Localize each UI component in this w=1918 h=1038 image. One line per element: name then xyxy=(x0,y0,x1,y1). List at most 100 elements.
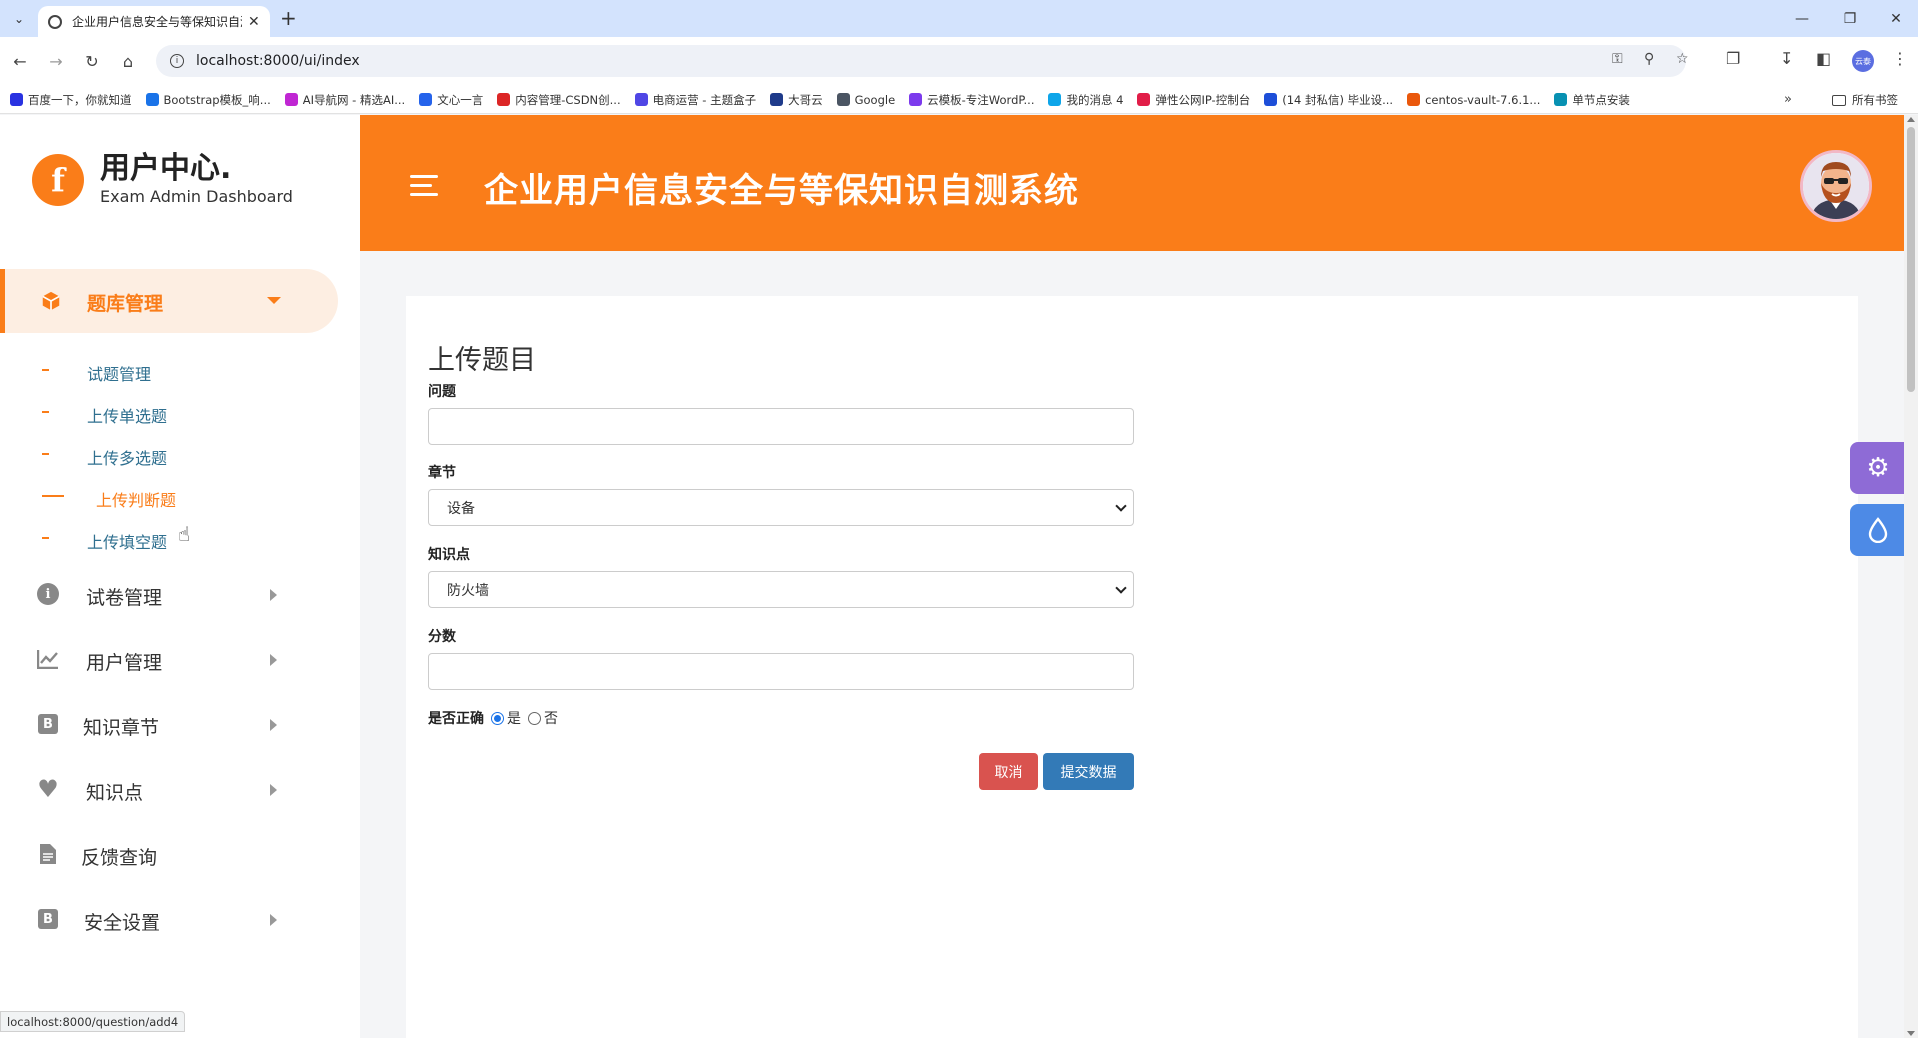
correct-yes-label[interactable]: 是 xyxy=(507,708,521,728)
submenu-item-question-manage[interactable]: 试题管理 xyxy=(0,355,340,385)
new-tab-icon[interactable]: + xyxy=(280,8,297,28)
submit-button[interactable]: 提交数据 xyxy=(1043,753,1134,790)
bookmark-item[interactable]: AI导航网 - 精选AI... xyxy=(284,92,405,108)
side-panel-icon[interactable]: ◧ xyxy=(1816,49,1831,68)
document-icon xyxy=(36,842,60,866)
brand-subtitle: Exam Admin Dashboard xyxy=(100,187,293,206)
sidebar-item-security[interactable]: B 安全设置 xyxy=(0,895,340,945)
reload-icon[interactable]: ↻ xyxy=(80,49,104,73)
minimize-icon[interactable]: — xyxy=(1780,6,1824,32)
tab-close-icon[interactable]: ✕ xyxy=(248,14,260,30)
sidebar-item-chapters[interactable]: B 知识章节 xyxy=(0,700,340,750)
hand-cursor-icon: ☝ xyxy=(178,522,191,546)
bookmark-label: Bootstrap模板_响... xyxy=(163,92,271,107)
bookmark-item[interactable]: 内容管理-CSDN创... xyxy=(497,92,621,108)
submenu-label: 试题管理 xyxy=(87,365,152,384)
bookmark-item[interactable]: 单节点安装 xyxy=(1554,92,1630,108)
chapter-label: 章节 xyxy=(428,465,456,481)
brand[interactable]: f 用户中心. Exam Admin Dashboard xyxy=(32,153,293,206)
question-input[interactable] xyxy=(428,408,1134,445)
bookmark-label: (14 封私信) 毕业设... xyxy=(1282,92,1394,107)
bookmarks-overflow-icon[interactable]: » xyxy=(1784,92,1792,107)
bookmark-item[interactable]: (14 封私信) 毕业设... xyxy=(1264,92,1393,108)
back-icon[interactable]: ← xyxy=(8,49,32,73)
more-menu-icon[interactable]: ⋮ xyxy=(1892,49,1908,68)
settings-float-button[interactable]: ⚙ xyxy=(1850,442,1906,494)
theme-float-button[interactable] xyxy=(1850,504,1906,556)
correct-label: 是否正确 xyxy=(428,711,484,727)
site-info-icon[interactable]: i xyxy=(170,54,184,68)
browser-tab[interactable]: 企业用户信息安全与等保知识自测系统 ✕ xyxy=(38,6,270,37)
submenu-item-upload-single[interactable]: 上传单选题 xyxy=(0,397,340,427)
sidebar-item-users[interactable]: 用户管理 xyxy=(0,635,340,685)
correct-no-radio[interactable] xyxy=(528,711,541,725)
globe-icon xyxy=(48,14,62,29)
score-input[interactable] xyxy=(428,653,1134,690)
bookmark-item[interactable]: 电商运营 - 主题盒子 xyxy=(634,92,756,108)
url-bar[interactable]: i localhost:8000/ui/index xyxy=(156,45,1686,77)
sidebar-item-label: 安全设置 xyxy=(84,912,161,934)
bookmark-item[interactable]: centos-vault-7.6.1... xyxy=(1407,93,1540,107)
chapter-select[interactable]: 设备 xyxy=(428,489,1134,526)
tab-title: 企业用户信息安全与等保知识自测系统 xyxy=(72,15,242,29)
submenu-item-upload-fill[interactable]: 上传填空题 xyxy=(0,523,340,553)
bookmark-item[interactable]: Bootstrap模板_响... xyxy=(145,92,271,108)
bookmark-star-icon[interactable]: ☆ xyxy=(1676,51,1689,67)
address-toolbar: ← → ↻ ⌂ i localhost:8000/ui/index ⚿ ⚲ ☆ … xyxy=(0,37,1918,86)
brand-logo: f xyxy=(32,153,84,206)
correct-no-label[interactable]: 否 xyxy=(544,708,558,728)
page-title: 企业用户信息安全与等保知识自测系统 xyxy=(484,171,1079,211)
window-close-icon[interactable]: ✕ xyxy=(1874,6,1918,32)
bookmark-item[interactable]: 弹性公网IP-控制台 xyxy=(1137,92,1250,108)
zoom-icon[interactable]: ⚲ xyxy=(1644,51,1654,67)
bookmark-favicon-icon xyxy=(284,93,298,106)
tab-search-icon[interactable]: ⌄ xyxy=(8,8,30,30)
bookmark-favicon-icon xyxy=(634,93,648,106)
bookmark-favicon-icon xyxy=(836,93,850,106)
scroll-up-icon[interactable] xyxy=(1907,117,1915,122)
bookmark-item[interactable]: 文心一言 xyxy=(419,92,483,108)
scrollbar-thumb[interactable] xyxy=(1907,127,1915,392)
download-icon[interactable]: ↧ xyxy=(1780,49,1793,68)
submenu-item-upload-judge[interactable]: 上传判断题 xyxy=(0,481,340,511)
page-scrollbar[interactable] xyxy=(1904,115,1918,1038)
sidebar-item-feedback[interactable]: 反馈查询 xyxy=(0,830,340,880)
bookmark-favicon-icon xyxy=(1554,93,1568,106)
bookmark-item[interactable]: Google xyxy=(836,93,895,107)
bookmark-label: 云模板-专注WordP... xyxy=(927,92,1035,107)
scroll-down-icon[interactable] xyxy=(1907,1031,1915,1036)
password-key-icon[interactable]: ⚿ xyxy=(1612,51,1623,67)
sidebar-item-knowledge-points[interactable]: ♥ 知识点 xyxy=(0,765,340,815)
home-icon[interactable]: ⌂ xyxy=(116,49,140,73)
bookmark-item[interactable]: 百度一下，你就知道 xyxy=(10,92,132,108)
bookmark-favicon-icon xyxy=(1137,93,1151,106)
bookmark-favicon-icon xyxy=(419,93,433,106)
hamburger-menu-icon[interactable] xyxy=(410,175,438,202)
bookmark-favicon-icon xyxy=(10,93,23,106)
all-bookmarks-label: 所有书签 xyxy=(1852,93,1898,107)
sidebar-item-exam-papers[interactable]: i 试卷管理 xyxy=(0,570,340,620)
submenu-item-upload-multiple[interactable]: 上传多选题 xyxy=(0,439,340,469)
user-avatar[interactable] xyxy=(1800,150,1872,222)
upload-question-card: 上传题目 问题 章节 设备 知识点 防火墙 分数 是否正确 是 否 取消 提交数… xyxy=(406,296,1858,1038)
bookmark-favicon-icon xyxy=(1407,93,1421,106)
bookmark-item[interactable]: 大哥云 xyxy=(770,92,823,108)
sidebar-item-label: 知识点 xyxy=(86,782,144,804)
bookmark-item[interactable]: 我的消息 4 xyxy=(1048,92,1123,108)
bookmark-favicon-icon xyxy=(1048,93,1062,106)
knowledge-point-select[interactable]: 防火墙 xyxy=(428,571,1134,608)
restore-icon[interactable]: ❐ xyxy=(1828,6,1872,32)
sidebar-item-label: 题库管理 xyxy=(87,293,164,315)
all-bookmarks-button[interactable]: 所有书签 xyxy=(1832,92,1898,108)
bookmark-item[interactable]: 云模板-专注WordP... xyxy=(909,92,1034,108)
bold-b-icon: B xyxy=(36,907,60,931)
forward-icon[interactable]: → xyxy=(44,49,68,73)
profile-avatar[interactable]: 云泰 xyxy=(1852,50,1874,72)
sidebar-item-question-bank[interactable]: 题库管理 xyxy=(0,269,338,333)
cancel-button[interactable]: 取消 xyxy=(979,753,1038,790)
chevron-down-icon xyxy=(1115,582,1127,594)
extensions-icon[interactable]: ❐ xyxy=(1726,49,1740,68)
correct-yes-radio[interactable] xyxy=(491,711,504,725)
caret-right-icon xyxy=(270,589,277,601)
info-icon: i xyxy=(36,582,60,606)
